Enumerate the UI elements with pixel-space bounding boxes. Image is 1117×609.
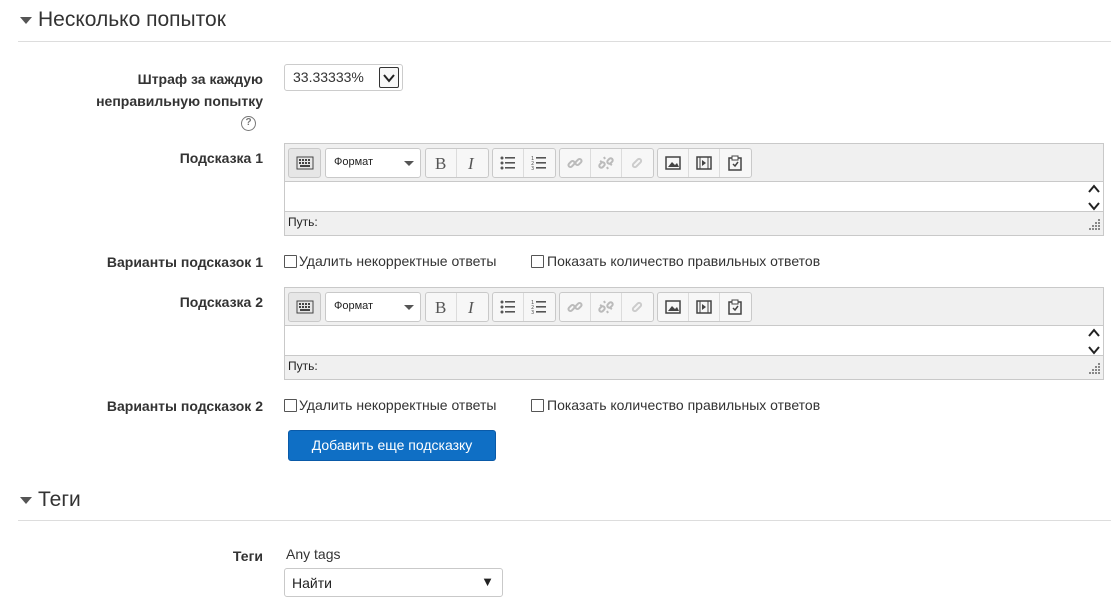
ordered-list-icon[interactable]: 123 (524, 293, 555, 321)
scrollbar[interactable] (1085, 326, 1103, 355)
penalty-select-value: 33.33333% (293, 69, 364, 85)
collapse-triangle-icon[interactable] (20, 497, 32, 504)
show-correct-count-label[interactable]: Показать количество правильных ответов (547, 253, 820, 269)
hint-2-textarea[interactable] (285, 325, 1103, 356)
editor-toolbar: Формат B I 123 (285, 144, 1103, 181)
scrollbar[interactable] (1085, 182, 1103, 211)
resize-grip-icon[interactable] (1089, 217, 1101, 233)
chevron-down-icon (404, 305, 414, 310)
format-select[interactable]: Формат (325, 292, 421, 322)
remove-incorrect-label[interactable]: Удалить некорректные ответы (299, 253, 496, 269)
question-circle-icon[interactable]: ? (241, 116, 256, 131)
any-tags-label: Any tags (286, 546, 341, 562)
hint-1-editor[interactable]: Формат B I 123 Путь: (284, 143, 1104, 236)
toolbar-toggle-icon[interactable] (289, 149, 320, 177)
tags-search-select[interactable]: Найти ▼ (284, 568, 503, 597)
italic-icon[interactable]: I (457, 293, 488, 321)
media-icon[interactable] (689, 149, 720, 177)
section-header-attempts[interactable]: Несколько попыток (18, 0, 1111, 42)
show-correct-count-checkbox[interactable] (531, 255, 544, 268)
bold-icon[interactable]: B (426, 149, 457, 177)
link-icon[interactable] (560, 149, 591, 177)
link-icon[interactable] (560, 293, 591, 321)
svg-text:B: B (435, 155, 446, 171)
paste-icon[interactable] (720, 149, 751, 177)
image-icon[interactable] (658, 293, 689, 321)
collapse-triangle-icon[interactable] (20, 17, 32, 24)
add-hint-button[interactable]: Добавить еще подсказку (288, 430, 496, 461)
section-header-tags[interactable]: Теги (18, 480, 1111, 521)
format-select[interactable]: Формат (325, 148, 421, 178)
bold-icon[interactable]: B (426, 293, 457, 321)
chevron-down-icon[interactable] (379, 67, 399, 88)
anchor-icon[interactable] (622, 293, 653, 321)
svg-text:3: 3 (531, 310, 534, 315)
hint-1-textarea[interactable] (285, 181, 1103, 212)
caret-down-icon: ▼ (481, 574, 494, 589)
anchor-icon[interactable] (622, 149, 653, 177)
unordered-list-icon[interactable] (493, 293, 524, 321)
svg-text:I: I (467, 299, 475, 315)
hint-options-2-label: Варианты подсказок 2 (106, 398, 263, 414)
hint-1-label: Подсказка 1 (179, 150, 263, 166)
italic-icon[interactable]: I (457, 149, 488, 177)
show-correct-count-checkbox[interactable] (531, 399, 544, 412)
media-icon[interactable] (689, 293, 720, 321)
editor-toolbar: Формат B I 123 (285, 288, 1103, 325)
hint-options-2: Удалить некорректные ответы Показать кол… (284, 396, 864, 416)
paste-icon[interactable] (720, 293, 751, 321)
hint-options-1: Удалить некорректные ответы Показать кол… (284, 252, 864, 272)
remove-incorrect-checkbox[interactable] (284, 399, 297, 412)
tags-label: Теги (232, 548, 263, 564)
svg-text:3: 3 (531, 166, 534, 171)
show-correct-count-label[interactable]: Показать количество правильных ответов (547, 397, 820, 413)
unlink-icon[interactable] (591, 149, 622, 177)
editor-path-label: Путь: (288, 215, 318, 229)
remove-incorrect-label[interactable]: Удалить некорректные ответы (299, 397, 496, 413)
hint-2-editor[interactable]: Формат B I 123 Путь: (284, 287, 1104, 380)
unlink-icon[interactable] (591, 293, 622, 321)
hint-2-label: Подсказка 2 (179, 294, 263, 310)
section-title-attempts: Несколько попыток (38, 8, 226, 31)
resize-grip-icon[interactable] (1089, 361, 1101, 377)
section-title-tags: Теги (38, 488, 81, 511)
editor-path-label: Путь: (288, 359, 318, 373)
toolbar-toggle-icon[interactable] (289, 293, 320, 321)
remove-incorrect-checkbox[interactable] (284, 255, 297, 268)
penalty-select[interactable]: 33.33333% (284, 64, 403, 91)
hint-options-1-label: Варианты подсказок 1 (106, 254, 263, 270)
svg-text:I: I (467, 155, 475, 171)
penalty-label: Штраф за каждую неправильную попытку (96, 71, 263, 109)
tags-select-value: Найти (292, 575, 332, 591)
chevron-down-icon (404, 161, 414, 166)
svg-text:B: B (435, 299, 446, 315)
ordered-list-icon[interactable]: 123 (524, 149, 555, 177)
image-icon[interactable] (658, 149, 689, 177)
unordered-list-icon[interactable] (493, 149, 524, 177)
